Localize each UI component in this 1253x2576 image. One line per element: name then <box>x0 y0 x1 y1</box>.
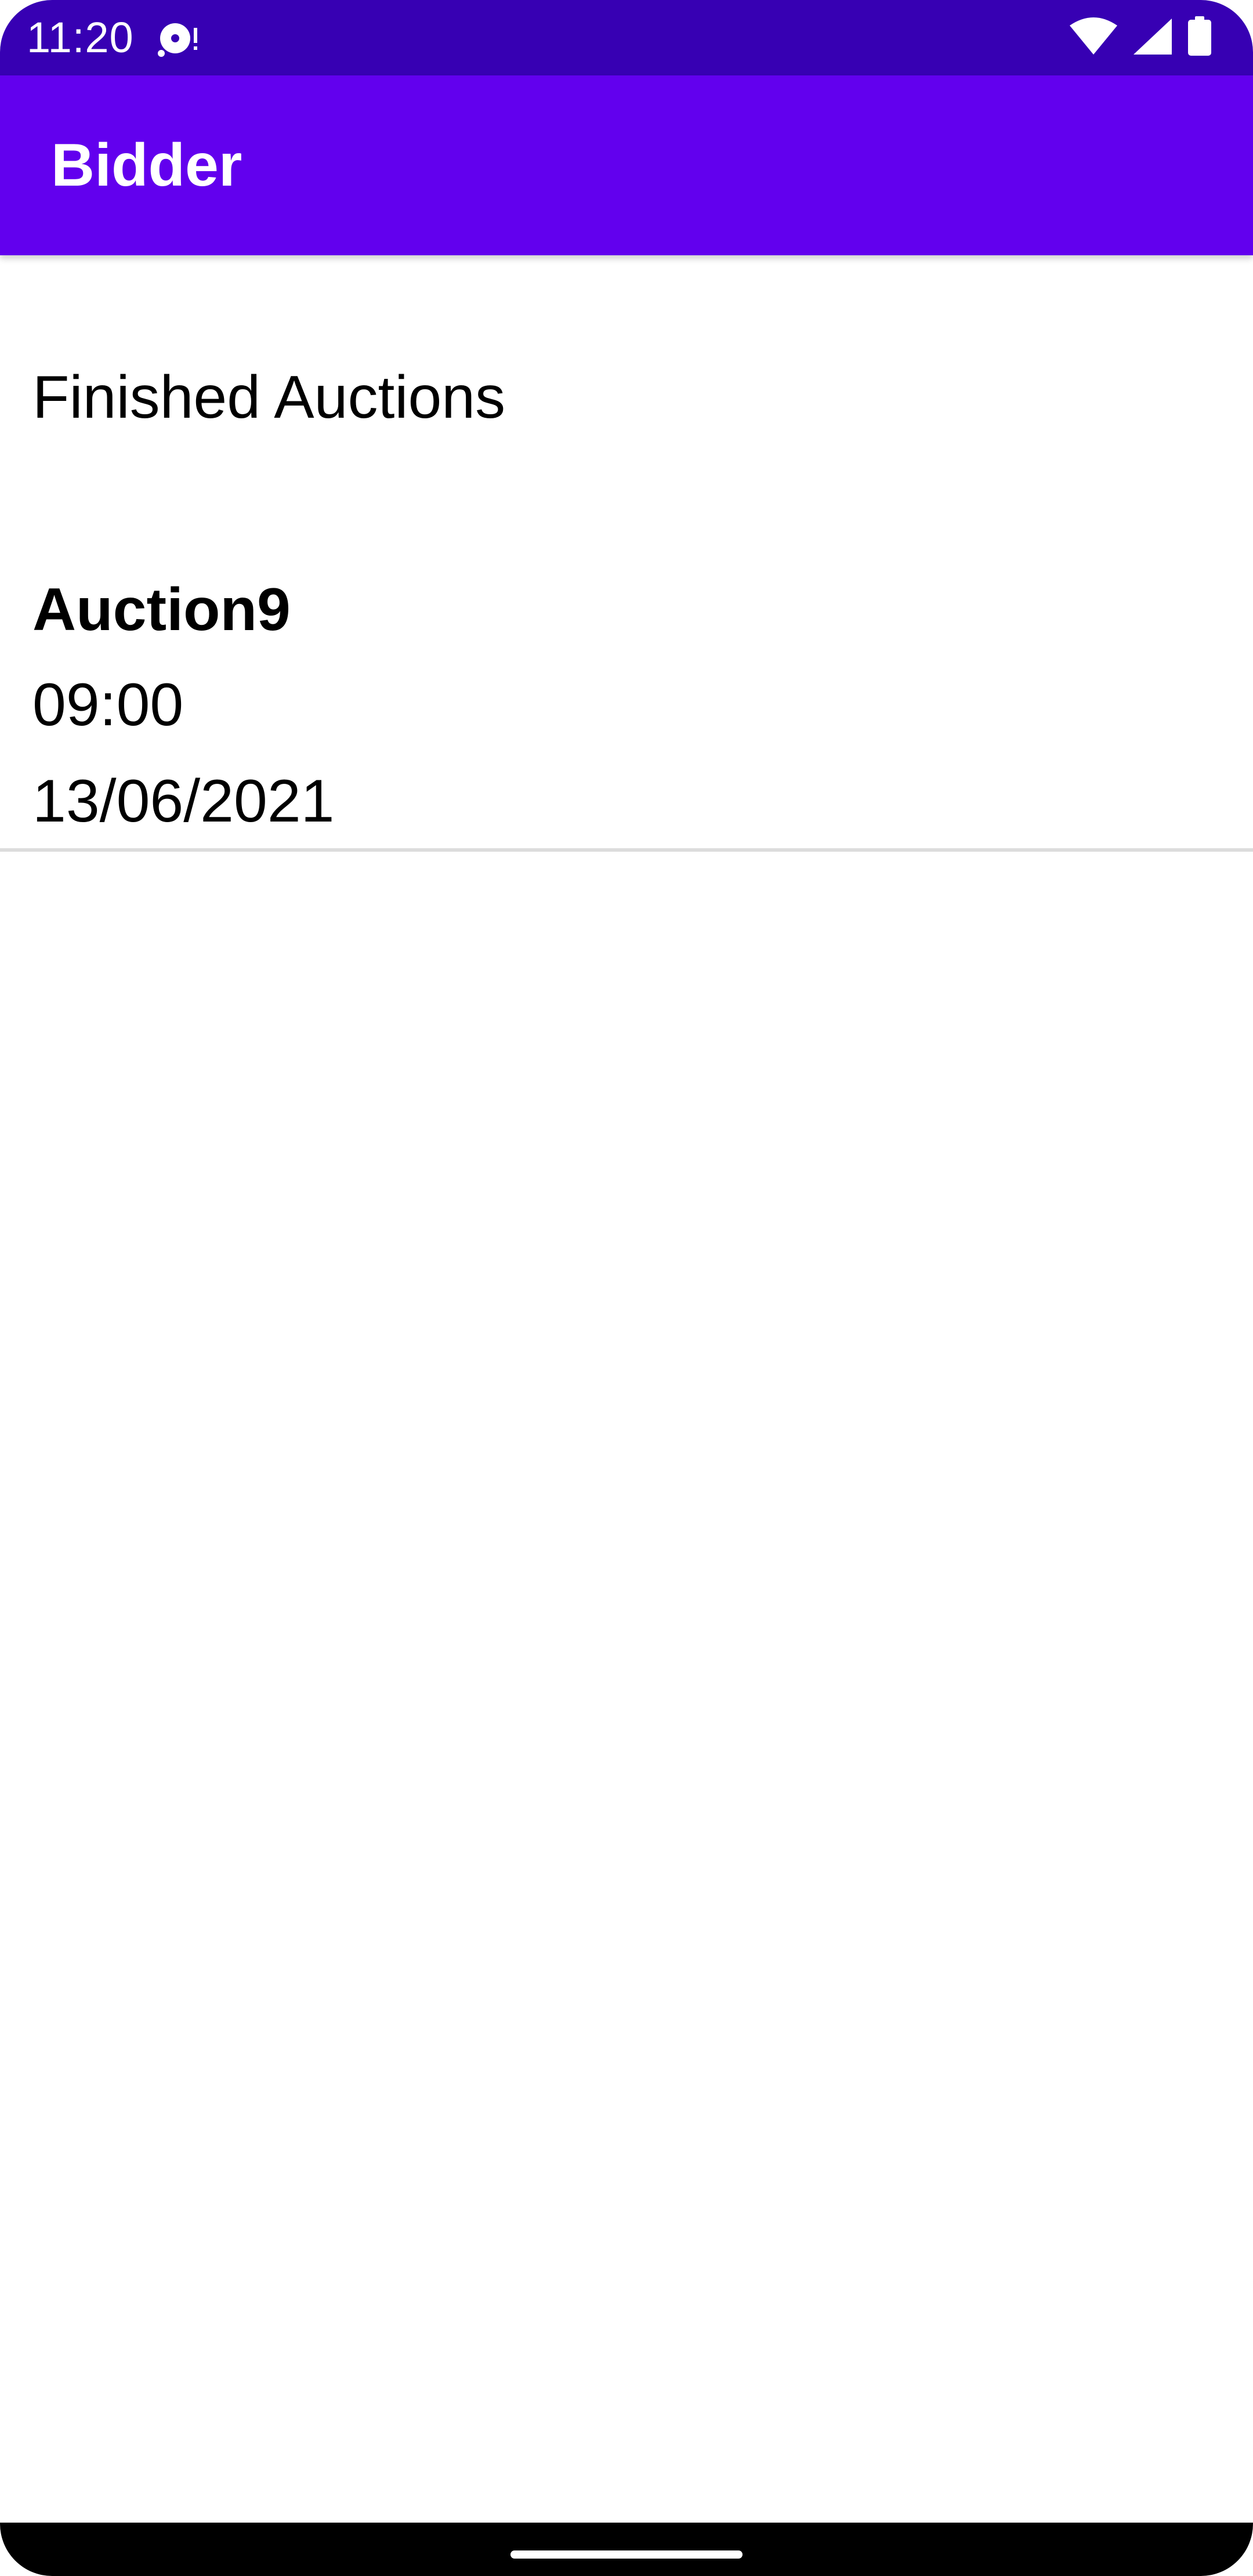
auction-list-item[interactable]: Auction9 09:00 13/06/2021 <box>0 557 1253 852</box>
auction-time: 09:00 <box>32 671 184 739</box>
status-time: 11:20 <box>27 13 134 61</box>
status-icons <box>1069 16 1212 60</box>
auction-date: 13/06/2021 <box>32 768 335 835</box>
home-gesture-handle[interactable] <box>510 2550 743 2559</box>
app-title: Bidder <box>51 132 242 199</box>
media-sync-icon <box>157 17 202 58</box>
auction-name: Auction9 <box>32 576 291 643</box>
wifi-icon <box>1069 17 1118 59</box>
status-bar: 11:20 <box>0 0 1253 75</box>
section-title: Finished Auctions <box>32 364 506 431</box>
cellular-signal-icon <box>1132 17 1173 59</box>
navigation-bar <box>0 2523 1253 2576</box>
battery-icon <box>1187 16 1212 60</box>
app-bar: Bidder <box>0 75 1253 255</box>
